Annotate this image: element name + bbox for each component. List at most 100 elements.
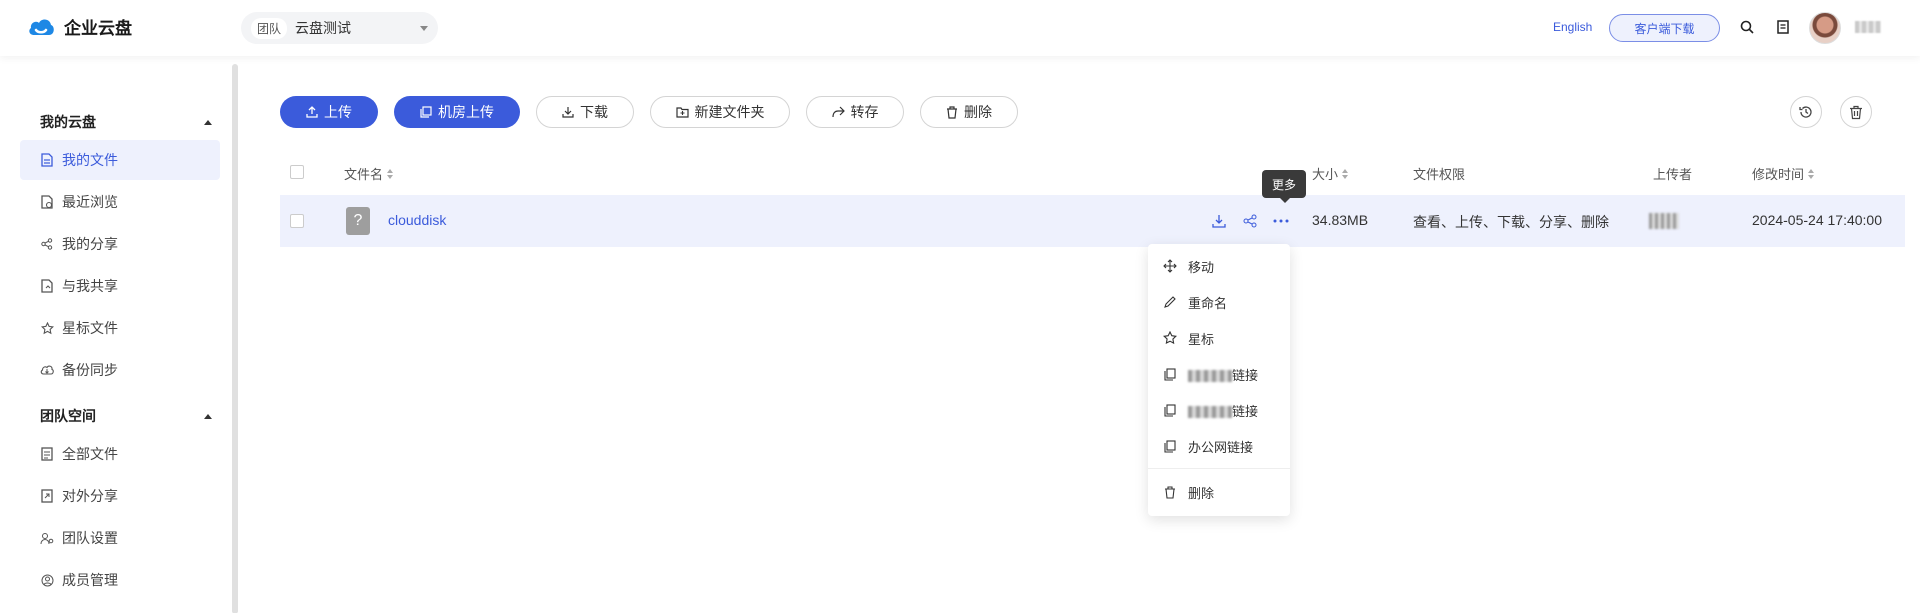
- sidebar-item-my-shares[interactable]: 我的分享: [20, 224, 220, 264]
- trash-icon: [1850, 105, 1862, 119]
- copy-icon: [1162, 366, 1178, 382]
- shared-with-me-icon: [40, 279, 54, 293]
- menu-item-rename[interactable]: 重命名: [1148, 284, 1290, 320]
- menu-item-star[interactable]: 星标: [1148, 320, 1290, 356]
- app-logo[interactable]: 企业云盘: [26, 14, 132, 39]
- sidebar-group-label: 我的云盘: [40, 114, 96, 130]
- column-modified[interactable]: 修改时间: [1752, 164, 1815, 183]
- sidebar-item-label: 备份同步: [62, 362, 118, 378]
- language-switch[interactable]: English: [1553, 20, 1592, 34]
- copy-icon: [1162, 402, 1178, 418]
- delete-label: 删除: [964, 104, 992, 120]
- sort-icon: [1342, 168, 1349, 179]
- new-folder-label: 新建文件夹: [694, 104, 765, 120]
- sidebar-group-team-space[interactable]: 团队空间: [40, 406, 212, 426]
- copy-icon: [1162, 438, 1178, 454]
- menu-item-link-b[interactable]: 链接: [1148, 392, 1290, 428]
- menu-item-label: 移动: [1188, 259, 1215, 275]
- redacted-text: [1188, 370, 1232, 383]
- cloud-sync-icon: [40, 363, 54, 377]
- user-name-redacted[interactable]: [1855, 21, 1881, 33]
- sidebar-item-member-management[interactable]: 成员管理: [20, 560, 220, 600]
- member-icon: [40, 573, 54, 587]
- sidebar-group-my-cloud[interactable]: 我的云盘: [40, 112, 212, 132]
- download-button[interactable]: 下载: [536, 96, 634, 128]
- menu-item-delete[interactable]: 删除: [1148, 474, 1290, 510]
- history-icon: [1799, 106, 1812, 118]
- upload-button[interactable]: 上传: [280, 96, 378, 128]
- forward-icon: [831, 106, 845, 118]
- trash-icon: [1162, 484, 1178, 500]
- file-permission: 查看、上传、下载、分享、删除: [1413, 214, 1609, 230]
- menu-divider: [1148, 468, 1290, 469]
- more-icon[interactable]: [1271, 211, 1291, 231]
- menu-item-label: 办公网链接: [1188, 439, 1254, 455]
- menu-item-label: 删除: [1188, 485, 1215, 501]
- avatar[interactable]: [1809, 12, 1841, 44]
- sidebar-item-label: 成员管理: [62, 572, 118, 588]
- column-size[interactable]: 大小: [1312, 164, 1349, 183]
- menu-item-label: 链接: [1232, 403, 1259, 419]
- external-share-icon: [40, 489, 54, 503]
- column-label: 大小: [1312, 167, 1339, 182]
- transfer-label: 转存: [850, 104, 879, 120]
- file-icon: [40, 153, 54, 167]
- chevron-down-icon: [420, 25, 428, 31]
- collapse-icon: [204, 413, 212, 419]
- sidebar-item-label: 星标文件: [62, 320, 118, 336]
- sidebar-item-team-settings[interactable]: 团队设置: [20, 518, 220, 558]
- file-name-link[interactable]: clouddisk: [388, 212, 446, 228]
- more-menu: 移动 重命名 星标 链接 链接 办公网链接 删除: [1148, 244, 1290, 516]
- sidebar-item-label: 最近浏览: [62, 194, 118, 210]
- file-size: 34.83MB: [1312, 212, 1369, 228]
- more-tooltip: 更多: [1262, 170, 1306, 203]
- search-icon[interactable]: [1738, 18, 1756, 36]
- transfer-button[interactable]: 转存: [806, 96, 904, 128]
- sidebar-item-recent[interactable]: 最近浏览: [20, 182, 220, 222]
- recent-file-icon: [40, 195, 54, 209]
- history-button[interactable]: [1790, 96, 1822, 128]
- star-icon: [40, 321, 54, 335]
- sidebar-item-label: 对外分享: [62, 488, 118, 504]
- uploader-redacted: [1649, 213, 1679, 229]
- new-folder-button[interactable]: 新建文件夹: [650, 96, 790, 128]
- team-name: 云盘测试: [295, 20, 352, 36]
- menu-item-label: 星标: [1188, 331, 1215, 347]
- recycle-bin-button[interactable]: [1840, 96, 1872, 128]
- table-row[interactable]: ? clouddisk 34.83MB 查看、上传、下载、分享、删除 2024-…: [280, 195, 1905, 247]
- menu-item-link-a[interactable]: 链接: [1148, 356, 1290, 392]
- sidebar-item-label: 我的分享: [62, 236, 118, 252]
- column-name[interactable]: 文件名: [344, 164, 394, 183]
- sidebar-item-shared-with-me[interactable]: 与我共享: [20, 266, 220, 306]
- collapse-icon: [204, 119, 212, 125]
- top-header: 企业云盘 团队 云盘测试 English 客户端下载: [0, 0, 1920, 56]
- app-name: 企业云盘: [64, 19, 132, 38]
- team-selector[interactable]: 团队 云盘测试: [241, 12, 438, 44]
- client-download-button[interactable]: 客户端下载: [1609, 14, 1720, 42]
- download-icon: [562, 107, 574, 118]
- sidebar-item-my-files[interactable]: 我的文件: [20, 140, 220, 180]
- menu-item-move[interactable]: 移动: [1148, 248, 1290, 284]
- sidebar-item-external-share[interactable]: 对外分享: [20, 476, 220, 516]
- select-all-checkbox[interactable]: [290, 165, 304, 179]
- sidebar-item-starred[interactable]: 星标文件: [20, 308, 220, 348]
- download-label: 下载: [580, 104, 608, 120]
- row-checkbox[interactable]: [290, 214, 304, 228]
- cloud-logo-icon: [29, 18, 54, 35]
- column-label: 修改时间: [1752, 167, 1805, 182]
- delete-button[interactable]: 删除: [920, 96, 1018, 128]
- column-permission: 文件权限: [1413, 164, 1465, 183]
- room-upload-button[interactable]: 机房上传: [394, 96, 520, 128]
- trash-icon: [947, 105, 957, 119]
- sidebar-scrollbar[interactable]: [232, 64, 238, 613]
- menu-item-office-link[interactable]: 办公网链接: [1148, 428, 1290, 464]
- sidebar: 我的云盘 我的文件 最近浏览 我的分享 与我共享 星标文件 备份同步 团队空间 …: [0, 56, 240, 613]
- sidebar-item-backup-sync[interactable]: 备份同步: [20, 350, 220, 390]
- download-icon[interactable]: [1209, 211, 1229, 231]
- share-icon[interactable]: [1240, 211, 1260, 231]
- move-icon: [1162, 258, 1178, 274]
- sidebar-item-label: 全部文件: [62, 446, 118, 462]
- notes-icon[interactable]: [1774, 18, 1792, 36]
- sidebar-item-all-files[interactable]: 全部文件: [20, 434, 220, 474]
- sort-icon: [1808, 168, 1815, 179]
